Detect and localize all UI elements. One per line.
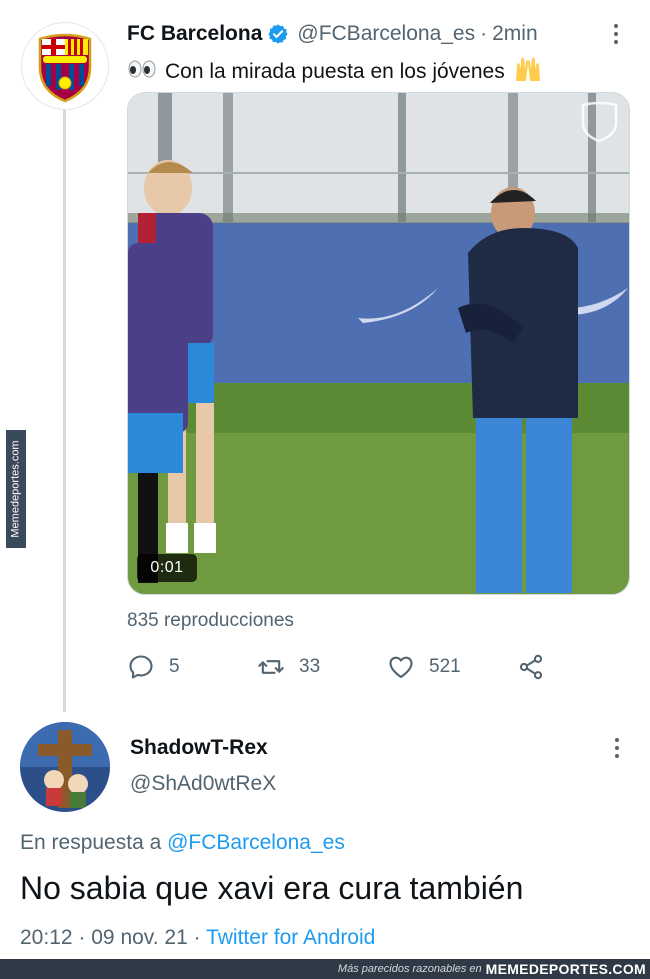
fcb-avatar[interactable] bbox=[21, 22, 109, 110]
author-name[interactable]: FC Barcelona bbox=[127, 22, 262, 46]
retweet-button[interactable]: 33 bbox=[257, 650, 320, 684]
reply-icon bbox=[129, 655, 153, 679]
bottom-watermark-text: Más parecidos razonables en bbox=[337, 963, 482, 975]
separator-dot: · bbox=[78, 926, 86, 949]
view-count: 835 reproducciones bbox=[127, 610, 294, 631]
heart-icon bbox=[389, 656, 413, 678]
tweet-text: Con la mirada puesta en los jóvenes bbox=[127, 55, 543, 89]
reply-more-options-icon[interactable] bbox=[606, 736, 628, 760]
like-button[interactable]: 521 bbox=[387, 650, 461, 684]
reply-body-text: No sabia que xavi era cura también bbox=[20, 870, 524, 906]
share-button[interactable] bbox=[517, 650, 545, 684]
side-watermark: Memedeportes.com bbox=[6, 430, 26, 548]
reply-author-avatar[interactable] bbox=[20, 722, 110, 812]
thread-connector-line bbox=[63, 110, 66, 712]
author-handle[interactable]: @FCBarcelona_es bbox=[297, 22, 475, 46]
more-options-icon[interactable] bbox=[604, 22, 628, 46]
fcb-crest-icon bbox=[27, 28, 103, 104]
bottom-watermark-brand[interactable]: MEMEDEPORTES.COM bbox=[486, 961, 646, 977]
raising-hands-emoji-icon bbox=[513, 55, 543, 89]
video-timestamp: 0:01 bbox=[137, 554, 197, 582]
in-reply-prefix: En respuesta a bbox=[20, 831, 162, 854]
reply-meta: 20:12 · 09 nov. 21 · Twitter for Android bbox=[20, 926, 375, 950]
in-reply-to: En respuesta a @FCBarcelona_es bbox=[20, 831, 345, 855]
client-link[interactable]: Twitter for Android bbox=[206, 926, 375, 949]
reply-author-handle[interactable]: @ShAd0wtReX bbox=[130, 772, 276, 796]
side-watermark-text: Memedeportes.com bbox=[10, 440, 22, 538]
tweet-header: FC Barcelona @FCBarcelona_es · 2min bbox=[127, 20, 538, 48]
tweet-body-text: Con la mirada puesta en los jóvenes bbox=[165, 60, 505, 83]
separator-dot: · bbox=[193, 926, 201, 949]
reply-author-name[interactable]: ShadowT-Rex bbox=[130, 736, 268, 760]
reply-time[interactable]: 20:12 bbox=[20, 926, 73, 949]
reply-date[interactable]: 09 nov. 21 bbox=[91, 926, 188, 949]
separator-dot: · bbox=[480, 22, 488, 45]
retweet-count: 33 bbox=[299, 656, 321, 677]
retweet-icon bbox=[258, 660, 284, 674]
verified-badge-icon bbox=[267, 23, 289, 45]
like-count: 521 bbox=[429, 656, 461, 677]
tweet-actions: 5 33 521 bbox=[127, 650, 567, 684]
video-player[interactable] bbox=[127, 92, 630, 595]
share-icon bbox=[519, 654, 543, 680]
in-reply-handle-link[interactable]: @FCBarcelona_es bbox=[167, 831, 345, 854]
video-frame bbox=[128, 93, 629, 594]
eyes-emoji-icon bbox=[127, 59, 157, 85]
reply-count: 5 bbox=[169, 656, 180, 677]
tweet-time[interactable]: 2min bbox=[492, 22, 538, 46]
reply-button[interactable]: 5 bbox=[127, 650, 180, 684]
avatar-image bbox=[20, 722, 110, 812]
bottom-watermark-bar: Más parecidos razonables en MEMEDEPORTES… bbox=[0, 959, 650, 979]
